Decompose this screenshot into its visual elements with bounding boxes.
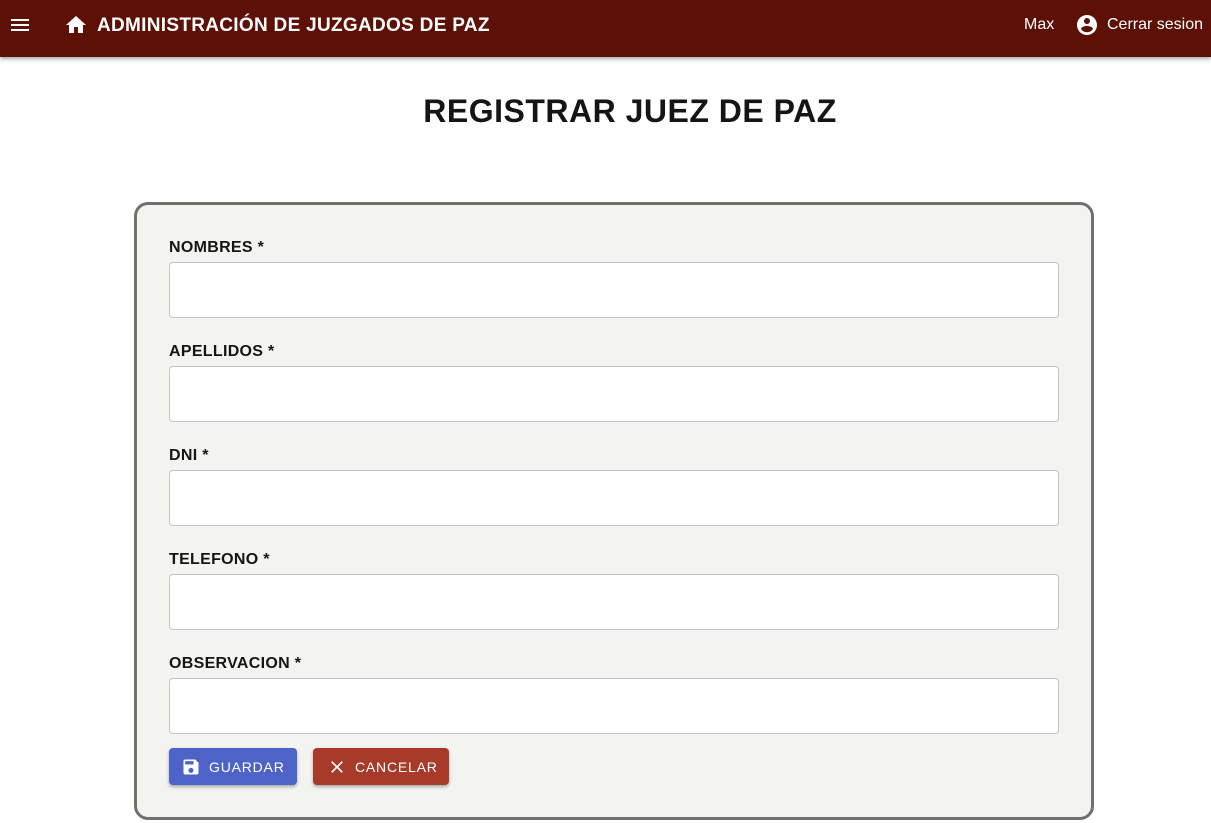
save-button-label: GUARDAR (209, 758, 285, 775)
save-button[interactable]: GUARDAR (169, 748, 297, 785)
apellidos-input[interactable] (169, 366, 1059, 422)
logout-button[interactable]: Cerrar sesion (1075, 13, 1203, 37)
page-title: REGISTRAR JUEZ DE PAZ (423, 93, 837, 129)
home-icon[interactable] (64, 13, 88, 37)
telefono-label: TELEFONO * (169, 551, 270, 568)
close-icon (327, 757, 347, 777)
cancel-button-label: CANCELAR (355, 758, 438, 775)
app-title: ADMINISTRACIÓN DE JUZGADOS DE PAZ (97, 15, 490, 36)
telefono-input[interactable] (169, 574, 1059, 630)
user-name: Max (1024, 16, 1055, 33)
apellidos-label: APELLIDOS * (169, 343, 275, 360)
dni-input[interactable] (169, 470, 1059, 526)
dni-label: DNI * (169, 447, 209, 464)
top-app-bar: ADMINISTRACIÓN DE JUZGADOS DE PAZ Max Ce… (0, 0, 1211, 57)
cancel-button[interactable]: CANCELAR (313, 748, 449, 785)
logout-label: Cerrar sesion (1107, 16, 1204, 33)
observacion-input[interactable] (169, 678, 1059, 734)
menu-icon[interactable] (8, 13, 32, 37)
observacion-label: OBSERVACION * (169, 655, 302, 672)
account-circle-icon (1075, 13, 1099, 37)
nombres-input[interactable] (169, 262, 1059, 318)
register-judge-form: NOMBRES * APELLIDOS * DNI * TELEFONO * O… (134, 202, 1094, 820)
save-icon (181, 757, 201, 777)
nombres-label: NOMBRES * (169, 239, 265, 256)
